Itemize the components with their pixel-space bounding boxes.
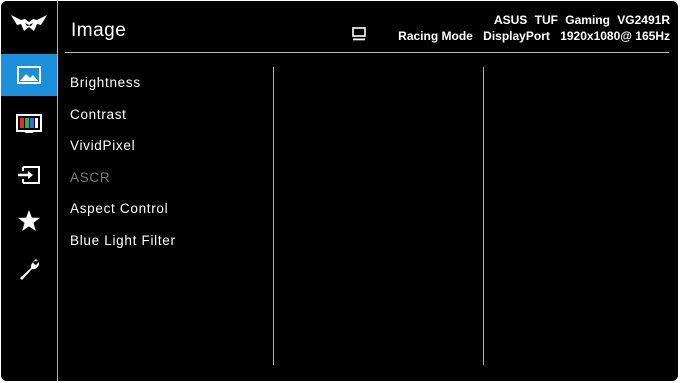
column-divider-1 <box>273 67 274 365</box>
status-bar: Racing Mode DisplayPort 1920x1080@ 165Hz <box>391 29 670 43</box>
sidebar-divider <box>57 1 58 381</box>
menu-item-brightness[interactable]: Brightness <box>70 69 176 101</box>
image-icon <box>17 66 41 84</box>
sidebar-item-color[interactable] <box>1 103 57 145</box>
sidebar-item-favorite[interactable] <box>1 200 57 242</box>
star-icon <box>18 210 40 231</box>
image-menu: Brightness Contrast VividPixel ASCR Aspe… <box>70 69 176 258</box>
column-divider-2 <box>483 67 484 365</box>
model-name: ASUS TUF Gaming VG2491R <box>493 13 670 27</box>
mode-label: Racing Mode <box>398 29 473 43</box>
wrench-icon <box>20 259 40 280</box>
sidebar-item-system-setup[interactable] <box>1 249 57 291</box>
osd-screen: Image ASUS TUF Gaming VG2491R Racing Mod… <box>1 1 678 381</box>
menu-item-blue-light-filter[interactable]: Blue Light Filter <box>70 227 176 259</box>
resolution-label: 1920x1080@ 165Hz <box>560 29 670 43</box>
input-label: DisplayPort <box>483 29 550 43</box>
tuf-logo <box>11 15 47 31</box>
sidebar <box>1 1 57 381</box>
input-select-icon <box>18 166 40 184</box>
monitor-icon <box>352 27 366 41</box>
menu-item-aspect-control[interactable]: Aspect Control <box>70 195 176 227</box>
sidebar-item-input-select[interactable] <box>1 154 57 196</box>
page-title: Image <box>71 20 127 41</box>
menu-item-vividpixel[interactable]: VividPixel <box>70 132 176 164</box>
menu-item-contrast[interactable]: Contrast <box>70 101 176 133</box>
header-divider <box>65 52 669 53</box>
sidebar-item-image[interactable] <box>1 54 57 96</box>
menu-item-ascr: ASCR <box>70 169 111 185</box>
color-icon <box>16 114 42 133</box>
